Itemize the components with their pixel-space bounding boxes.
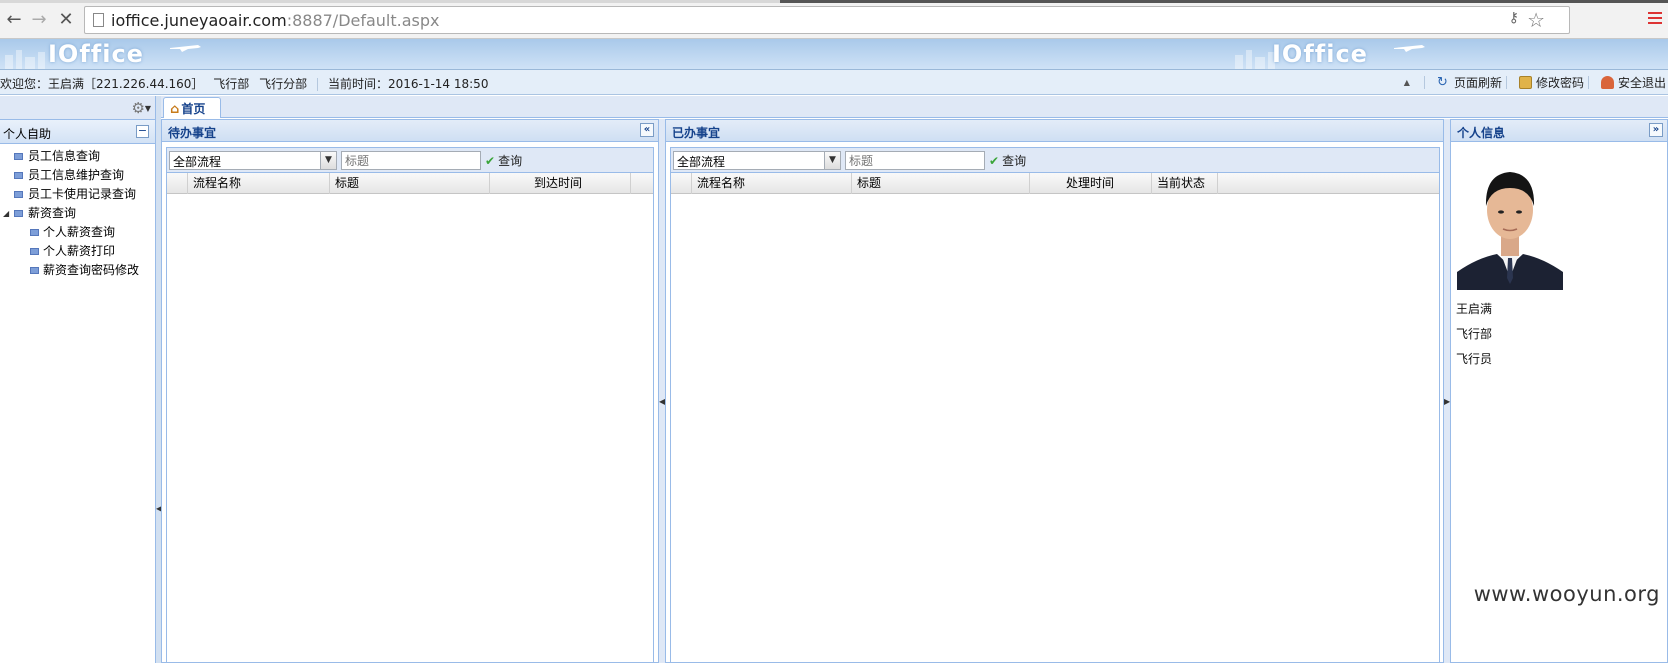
pending-grid: 全部流程 ▼ ✔查询 流程名称 标题 到达时间 <box>166 147 654 662</box>
app-logo-right: IOffice <box>1272 40 1368 68</box>
node-icon <box>14 153 23 160</box>
browser-chrome: ← → ✕ ioffice.juneyaoair.com:8887/Defaul… <box>0 0 1668 39</box>
done-title: 已办事宜 <box>666 120 1443 142</box>
tab-strip: ⌂ 首页 <box>161 96 1668 118</box>
pending-query-button[interactable]: ✔ 查询 <box>485 152 522 169</box>
column-header[interactable]: 标题 <box>852 173 1030 194</box>
expand-arrow-icon[interactable]: ◢ <box>3 204 9 223</box>
column-header[interactable]: 处理时间 <box>1030 173 1152 194</box>
sidebar-item-employee-maintain[interactable]: 员工信息维护查询 <box>0 166 155 185</box>
done-panel: 已办事宜 全部流程 ▼ ✔查询 流程名称 标题 处理时间 当前状态 <box>665 119 1444 663</box>
pending-title: 待办事宜 « <box>162 120 658 142</box>
column-header[interactable]: 到达时间 <box>490 173 631 194</box>
sidebar-item-employee-info[interactable]: 员工信息查询 <box>0 147 155 166</box>
sidebar-item-personal-salary[interactable]: 个人薪资查询 <box>0 223 155 242</box>
check-icon: ✔ <box>989 154 1000 168</box>
sidebar-section-header[interactable]: 个人自助 − <box>0 120 155 144</box>
key-icon[interactable]: ⚷ <box>1509 10 1519 26</box>
done-grid-header: 流程名称 标题 处理时间 当前状态 <box>671 173 1439 194</box>
pending-panel: 待办事宜 « 全部流程 ▼ ✔查询 流程名称 标题 到达时间 <box>161 119 659 663</box>
row-number-column <box>671 173 692 194</box>
done-flow-select[interactable]: 全部流程 ▼ <box>673 151 841 170</box>
home-icon: ⌂ <box>170 102 180 117</box>
stop-icon[interactable]: ✕ <box>56 10 76 30</box>
refresh-icon: ↻ <box>1436 75 1448 90</box>
collapse-up-icon[interactable]: ▲ <box>1404 78 1410 87</box>
column-header[interactable]: 当前状态 <box>1152 173 1218 194</box>
current-time: 当前时间：2016-1-14 18:50 <box>327 77 489 91</box>
watermark: www.wooyun.org <box>1473 582 1660 606</box>
node-icon <box>14 191 23 198</box>
sidebar: ⚙ ▼ 个人自助 − 员工信息查询 员工信息维护查询 员工卡使用记录查询 ◢ 薪资… <box>0 96 156 663</box>
expand-right-icon[interactable]: » <box>1649 123 1663 137</box>
row-number-column <box>167 173 188 194</box>
sidebar-item-card-records[interactable]: 员工卡使用记录查询 <box>0 185 155 204</box>
sidebar-toolbar: ⚙ ▼ <box>0 96 155 120</box>
airplane-icon-right <box>1394 45 1425 52</box>
collapse-icon[interactable]: − <box>136 125 149 138</box>
welcome-text: 欢迎您：王启满［221.226.44.160］ <box>0 77 204 91</box>
tab-strip-edge <box>0 0 1668 3</box>
profile-title: 个人信息 » <box>1451 120 1667 142</box>
column-header[interactable]: 流程名称 <box>188 173 330 194</box>
profile-name: 王启满 <box>1456 302 1493 316</box>
node-icon <box>14 210 23 217</box>
node-icon <box>30 267 39 274</box>
sidebar-item-salary-print[interactable]: 个人薪资打印 <box>0 242 155 261</box>
node-icon <box>14 172 23 179</box>
app-logo-left: IOffice <box>48 40 144 68</box>
page-icon <box>93 13 104 27</box>
done-query-button[interactable]: ✔ 查询 <box>989 152 1026 169</box>
profile-dept: 飞行部 <box>1456 327 1493 341</box>
user-logout-icon <box>1600 76 1614 89</box>
check-icon: ✔ <box>485 154 496 168</box>
done-query-bar: 全部流程 ▼ ✔查询 <box>671 148 1439 173</box>
collapse-left-icon[interactable]: « <box>640 123 654 137</box>
nav-tree: 员工信息查询 员工信息维护查询 员工卡使用记录查询 ◢ 薪资查询 个人薪资查询 个… <box>0 144 155 280</box>
subdept-text: 飞行分部 <box>259 77 308 91</box>
sidebar-item-salary-password[interactable]: 薪资查询密码修改 <box>0 261 155 280</box>
user-info-bar: 欢迎您：王启满［221.226.44.160］ 飞行部 飞行分部 当前时间：20… <box>0 70 1668 95</box>
node-icon <box>30 248 39 255</box>
column-header[interactable]: 标题 <box>330 173 490 194</box>
gear-icon[interactable]: ⚙ <box>132 99 145 117</box>
avatar <box>1457 154 1563 290</box>
pending-query-bar: 全部流程 ▼ ✔查询 <box>167 148 653 173</box>
address-bar[interactable]: ioffice.juneyaoair.com:8887/Default.aspx… <box>84 6 1570 34</box>
chevron-down-icon[interactable]: ▼ <box>824 152 840 169</box>
chevron-down-icon[interactable]: ▼ <box>320 152 336 169</box>
change-password-button[interactable]: 修改密码 <box>1518 74 1584 91</box>
browser-menu-icon[interactable] <box>1648 12 1662 26</box>
sidebar-section-title: 个人自助 <box>3 127 52 141</box>
refresh-page-button[interactable]: ↻ 页面刷新 <box>1437 74 1502 91</box>
bookmark-star-icon[interactable]: ☆ <box>1527 8 1545 32</box>
airplane-icon-left <box>170 45 201 52</box>
done-title-input[interactable] <box>845 151 985 170</box>
chevron-down-icon[interactable]: ▼ <box>145 104 151 113</box>
profile-position: 飞行员 <box>1456 352 1493 366</box>
forward-icon[interactable]: → <box>29 10 49 30</box>
done-grid: 全部流程 ▼ ✔查询 流程名称 标题 处理时间 当前状态 <box>670 147 1440 662</box>
pending-flow-select[interactable]: 全部流程 ▼ <box>169 151 337 170</box>
column-header[interactable]: 流程名称 <box>692 173 852 194</box>
lock-icon <box>1518 76 1532 89</box>
tab-home[interactable]: ⌂ 首页 <box>163 97 221 118</box>
pending-grid-header: 流程名称 标题 到达时间 <box>167 173 653 194</box>
back-icon[interactable]: ← <box>4 10 24 30</box>
logout-button[interactable]: 安全退出 <box>1600 74 1666 91</box>
dept-text: 飞行部 <box>213 77 250 91</box>
pending-title-input[interactable] <box>341 151 481 170</box>
url-text[interactable]: ioffice.juneyaoair.com:8887/Default.aspx <box>111 11 440 31</box>
sidebar-item-salary[interactable]: ◢ 薪资查询 <box>0 204 155 223</box>
app-banner: IOffice IOffice <box>0 39 1668 70</box>
node-icon <box>30 229 39 236</box>
